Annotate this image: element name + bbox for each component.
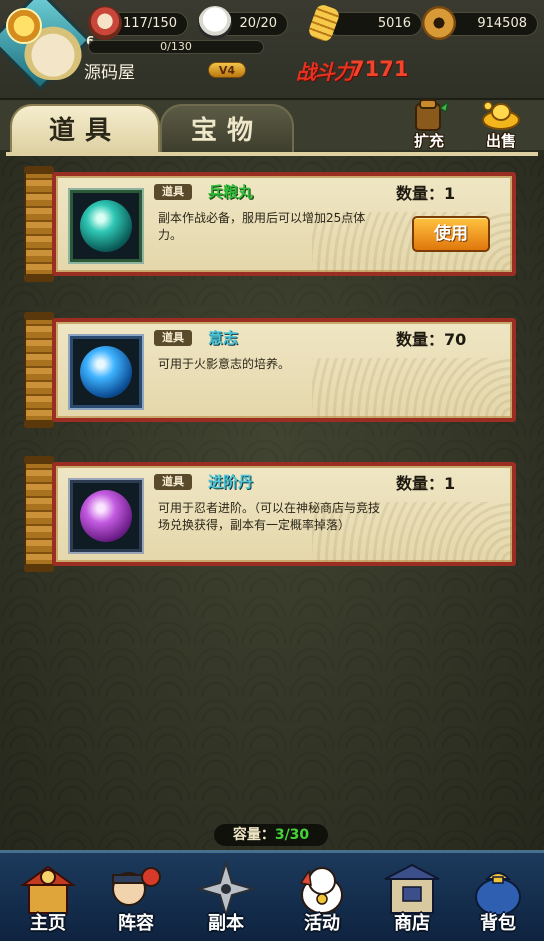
- item-thumbnail[interactable]: [70, 336, 142, 408]
- capacity-indicator: 容量：3/30: [214, 824, 328, 846]
- item-name: 兵粮丸: [208, 183, 254, 201]
- item-quantity: 数量：70: [396, 330, 467, 349]
- rice-ball-icon: [198, 6, 232, 40]
- scroll-rod: [24, 166, 54, 282]
- item-row-will[interactable]: 道具 意志 数量：70 可用于火影意志的培养。: [24, 312, 516, 428]
- item-card: 道具 进阶丹 数量：1 可用于忍者进阶。（可以在神秘商店与竞技场兑换获得，副本有…: [52, 462, 516, 566]
- scroll-rod: [24, 312, 54, 428]
- scroll-rod: [24, 456, 54, 572]
- use-button[interactable]: 使用: [412, 216, 490, 252]
- tab-underline: [6, 152, 538, 156]
- vip-badge[interactable]: V4: [208, 62, 246, 78]
- item-description: 可用于忍者进阶。（可以在神秘商店与竞技场兑换获得，副本有一定概率掉落）: [158, 501, 381, 532]
- avatar-emblem-icon: [6, 8, 42, 44]
- nav-team[interactable]: 阵容: [98, 861, 174, 941]
- gold-bars-icon: [306, 2, 342, 44]
- item-quantity: 数量：1: [396, 184, 456, 203]
- capacity-label: 容量：: [232, 827, 275, 843]
- tab-treasures[interactable]: 宝物: [160, 104, 294, 154]
- gold-ingot-icon: [482, 101, 520, 130]
- sell-button[interactable]: 出售: [472, 98, 530, 150]
- top-status-bar: 6 117/150 20/20 5016 914508 0/130 源码屋 V4…: [0, 0, 544, 100]
- green-orb-icon: [80, 200, 132, 252]
- expand-label: 扩充: [413, 132, 444, 150]
- backpack-icon: [415, 99, 450, 131]
- nav-bag[interactable]: 背包: [460, 861, 536, 941]
- item-row-soldier-pill[interactable]: 道具 兵粮丸 数量：1 副本作战必备，服用后可以增加25点体力。 使用: [24, 166, 516, 282]
- nav-home[interactable]: 主页: [10, 861, 86, 941]
- item-thumbnail[interactable]: [70, 480, 142, 552]
- exp-bar: 0/130: [88, 40, 264, 54]
- tab-items[interactable]: 道具: [10, 104, 160, 154]
- nav-instance[interactable]: 副本: [188, 859, 264, 941]
- capacity-value: 3/30: [274, 827, 310, 843]
- player-name: 源码屋: [84, 63, 135, 83]
- blue-orb-icon: [80, 346, 132, 398]
- item-description: 可用于火影意志的培养。: [158, 357, 291, 371]
- ramen-bowl-icon: [88, 6, 122, 40]
- bottom-navigation: 主页 阵容 副本 活动 商店 背包: [0, 850, 544, 941]
- item-name: 进阶丹: [208, 473, 254, 491]
- item-card: 道具 意志 数量：70 可用于火影意志的培养。: [52, 318, 516, 422]
- nav-shop[interactable]: 商店: [374, 861, 450, 941]
- item-row-advancement-pill[interactable]: 道具 进阶丹 数量：1 可用于忍者进阶。（可以在神秘商店与竞技场兑换获得，副本有…: [24, 456, 516, 572]
- item-quantity: 数量：1: [396, 474, 456, 493]
- item-type-tag: 道具: [154, 474, 192, 490]
- item-description: 副本作战必备，服用后可以增加25点体力。: [158, 211, 366, 242]
- power-value: 7171: [350, 57, 409, 81]
- item-type-tag: 道具: [154, 330, 192, 346]
- purple-orb-icon: [80, 490, 132, 542]
- expand-button[interactable]: 扩充: [400, 98, 458, 150]
- power-label: 战斗力: [296, 60, 354, 84]
- item-name: 意志: [208, 329, 239, 347]
- sell-label: 出售: [485, 132, 516, 150]
- item-card: 道具 兵粮丸 数量：1 副本作战必备，服用后可以增加25点体力。 使用: [52, 172, 516, 276]
- item-type-tag: 道具: [154, 184, 192, 200]
- item-thumbnail[interactable]: [70, 190, 142, 262]
- copper-coin-icon: [422, 6, 456, 40]
- nav-events[interactable]: 活动: [284, 861, 360, 941]
- gold-bars-value: 5016: [326, 12, 422, 36]
